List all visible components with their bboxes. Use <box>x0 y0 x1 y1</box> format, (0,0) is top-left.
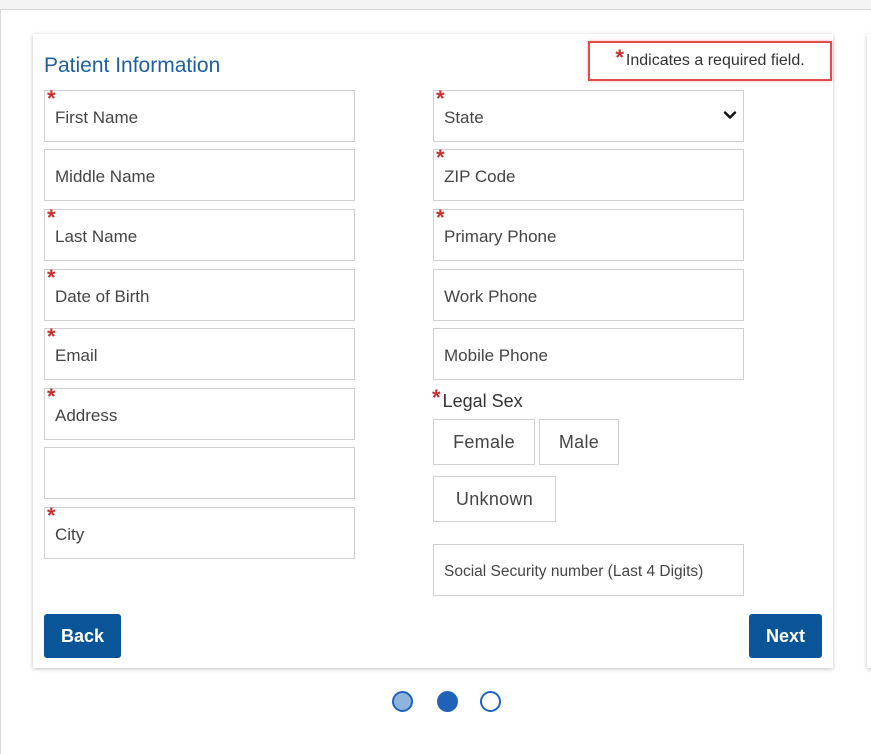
patient-form-card: Patient Information * Indicates a requir… <box>33 34 833 668</box>
legal-sex-label: * Legal Sex <box>432 385 523 413</box>
required-marker: * <box>436 145 445 170</box>
next-button[interactable]: Next <box>749 614 822 658</box>
state-select[interactable]: * State <box>433 86 744 142</box>
required-marker: * <box>47 205 56 230</box>
ssn-last-4-input[interactable]: Social Security number (Last 4 Digits) <box>433 544 744 596</box>
required-marker: * <box>47 265 56 290</box>
address-placeholder: Address <box>55 406 118 425</box>
form-title: Patient Information <box>44 54 221 77</box>
date-of-birth-placeholder: Date of Birth <box>55 287 150 306</box>
step-dot-3[interactable] <box>480 691 501 712</box>
first-name-input[interactable]: * First Name <box>44 86 355 142</box>
required-marker: * <box>615 45 624 70</box>
date-of-birth-input[interactable]: * Date of Birth <box>44 265 355 321</box>
mobile-phone-input[interactable]: Mobile Phone <box>433 328 744 380</box>
middle-name-placeholder: Middle Name <box>55 167 156 186</box>
city-input[interactable]: * City <box>44 503 355 559</box>
zip-code-placeholder: ZIP Code <box>444 167 516 186</box>
legal-sex-unknown-option[interactable]: Unknown <box>433 476 556 522</box>
back-button[interactable]: Back <box>44 614 121 658</box>
required-marker: * <box>47 86 56 111</box>
chevron-down-icon <box>723 111 737 119</box>
middle-name-input[interactable]: Middle Name <box>44 149 355 201</box>
required-field-note: * Indicates a required field. <box>588 41 832 81</box>
page-frame: Patient Information * Indicates a requir… <box>0 9 871 754</box>
primary-phone-input[interactable]: * Primary Phone <box>433 205 744 261</box>
work-phone-placeholder: Work Phone <box>444 287 538 306</box>
address-line-2-input[interactable] <box>44 447 355 499</box>
legal-sex-text: Legal Sex <box>442 391 523 411</box>
state-placeholder: State <box>444 108 484 127</box>
required-marker: * <box>47 324 56 349</box>
required-marker: * <box>436 205 445 230</box>
mobile-phone-placeholder: Mobile Phone <box>444 346 548 365</box>
step-dot-1[interactable] <box>392 691 413 712</box>
email-input[interactable]: * Email <box>44 324 355 380</box>
required-note-text: Indicates a required field. <box>625 52 805 69</box>
city-placeholder: City <box>55 525 85 544</box>
step-indicator <box>392 690 502 714</box>
ssn-placeholder: Social Security number (Last 4 Digits) <box>444 563 704 580</box>
next-card-edge <box>867 34 871 668</box>
last-name-placeholder: Last Name <box>55 227 138 246</box>
required-marker: * <box>436 86 445 111</box>
zip-code-input[interactable]: * ZIP Code <box>433 145 744 201</box>
required-marker: * <box>432 385 441 410</box>
legal-sex-male-option[interactable]: Male <box>539 419 619 465</box>
email-placeholder: Email <box>55 346 98 365</box>
required-marker: * <box>47 384 56 409</box>
step-dot-2[interactable] <box>437 691 458 712</box>
legal-sex-female-option[interactable]: Female <box>433 419 535 465</box>
address-input[interactable]: * Address <box>44 384 355 440</box>
last-name-input[interactable]: * Last Name <box>44 205 355 261</box>
first-name-placeholder: First Name <box>55 108 139 127</box>
work-phone-input[interactable]: Work Phone <box>433 269 744 321</box>
primary-phone-placeholder: Primary Phone <box>444 227 557 246</box>
required-marker: * <box>47 503 56 528</box>
